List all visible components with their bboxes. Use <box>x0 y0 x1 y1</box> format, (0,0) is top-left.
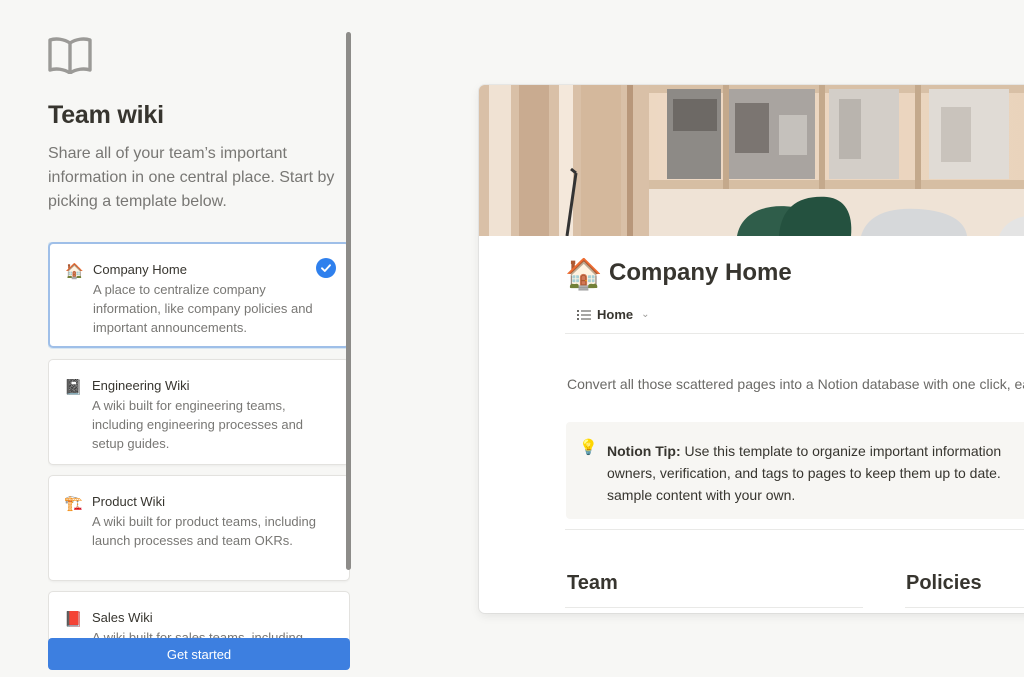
callout-label: Notion Tip: <box>607 443 681 459</box>
callout-line-3: sample content with your own. <box>607 487 796 503</box>
template-name: Engineering Wiki <box>92 378 190 393</box>
chevron-down-icon[interactable]: ⌄ <box>641 309 649 320</box>
section-policies-heading: Policies <box>906 572 982 594</box>
template-description: A wiki built for engineering teams, incl… <box>92 398 304 451</box>
template-card-company-home[interactable]: 🏠 Company Home A place to centralize com… <box>48 242 350 348</box>
view-tab-home[interactable]: Home ⌄ <box>577 307 650 322</box>
policies-underline <box>905 607 1024 608</box>
open-book-icon <box>48 37 92 74</box>
panel-description: Share all of your team’s important infor… <box>48 145 335 210</box>
template-preview: 🏠 Company Home Home ⌄ Convert all those … <box>479 85 1024 613</box>
callout-text: Notion Tip: Use this template to organiz… <box>607 440 1024 506</box>
template-description: A wiki built for product teams, includin… <box>92 514 316 548</box>
construction-icon: 🏗️ <box>64 495 83 512</box>
red-book-icon: 📕 <box>64 611 83 628</box>
team-underline <box>565 607 863 608</box>
template-card-sales-wiki[interactable]: 📕 Sales Wiki A wiki built for sales team… <box>48 591 350 640</box>
template-card-product-wiki[interactable]: 🏗️ Product Wiki A wiki built for product… <box>48 475 350 581</box>
house-icon: 🏠 <box>565 258 603 291</box>
template-card-engineering-wiki[interactable]: 📓 Engineering Wiki A wiki built for engi… <box>48 359 350 465</box>
intro-paragraph: Convert all those scattered pages into a… <box>567 376 1024 392</box>
cover-image <box>479 85 1024 236</box>
scrollbar[interactable] <box>346 32 351 570</box>
check-circle-icon <box>316 258 336 278</box>
notebook-icon: 📓 <box>64 379 83 396</box>
lightbulb-icon: 💡 <box>579 439 598 456</box>
page-title: Company Home <box>609 259 792 286</box>
callout-line-2: owners, verification, and tags to pages … <box>607 465 1001 481</box>
section-team-heading: Team <box>567 572 618 594</box>
list-icon <box>577 309 591 320</box>
callout-divider <box>565 529 1024 530</box>
panel-title: Team wiki <box>48 101 164 129</box>
view-tab-label: Home <box>597 307 634 322</box>
callout-line-1: Use this template to organize important … <box>684 443 1002 459</box>
template-name: Product Wiki <box>92 494 165 509</box>
template-name: Company Home <box>93 262 187 277</box>
view-divider <box>565 333 1024 334</box>
get-started-button[interactable]: Get started <box>48 638 350 670</box>
template-picker-panel: Team wiki Share all of your team’s impor… <box>0 0 352 677</box>
template-name: Sales Wiki <box>92 610 153 625</box>
notion-tip-callout: 💡 Notion Tip: Use this template to organ… <box>566 422 1024 519</box>
template-description: A place to centralize company informatio… <box>93 282 313 335</box>
template-list: 🏠 Company Home A place to centralize com… <box>48 242 350 640</box>
house-icon: 🏠 <box>65 263 84 280</box>
